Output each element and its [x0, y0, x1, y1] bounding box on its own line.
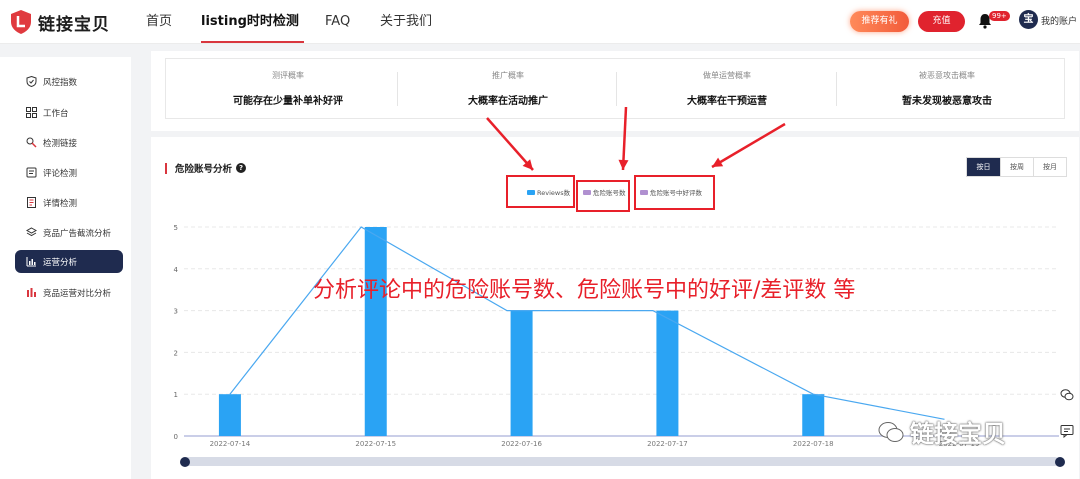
message-icon[interactable]	[1060, 424, 1074, 438]
arrow-danger-positive	[711, 122, 786, 169]
reviews-bar	[510, 310, 533, 436]
annotation-text: 分析评论中的危险账号数、危险账号中的好评/差评数 等	[313, 278, 856, 303]
y-tick-label: 5	[174, 224, 178, 232]
legend-swatch	[583, 190, 591, 195]
x-tick-label: 2022-07-15	[355, 440, 396, 448]
y-tick-label: 0	[174, 433, 178, 441]
x-tick-label: 2022-07-16	[501, 440, 542, 448]
chart-zoom-slider[interactable]	[184, 457, 1059, 466]
y-tick-label: 1	[174, 391, 178, 399]
reviews-bar	[364, 227, 387, 436]
arrow-danger-head	[618, 159, 629, 170]
reviews-bar	[802, 394, 825, 436]
reviews-bar	[218, 394, 241, 436]
wechat-icon[interactable]	[1060, 388, 1074, 402]
watermark: 链接宝贝	[878, 414, 1006, 449]
trend-line	[229, 226, 945, 420]
x-tick-label: 2022-07-18	[793, 440, 834, 448]
x-tick-label: 2022-07-17	[647, 440, 688, 448]
chart-canvas: 0 1 2 3 4 5 2022-07-14 2022-07-15 2022-07-16 2022…	[174, 106, 1059, 448]
legend-label: Reviews数	[537, 188, 571, 197]
y-tick-label: 3	[174, 308, 178, 316]
legend-swatch	[640, 190, 648, 195]
watermark-text: 链接宝贝	[910, 420, 1006, 448]
y-tick-label: 4	[174, 266, 179, 274]
x-tick-label: 2022-07-14	[210, 440, 251, 448]
y-tick-label: 2	[174, 349, 178, 357]
zoom-left-handle[interactable]	[180, 457, 190, 467]
legend-label: 危险账号数	[593, 188, 626, 197]
wechat-watermark-icon	[878, 421, 904, 442]
arrow-reviews	[486, 117, 534, 171]
reviews-bar	[656, 310, 679, 436]
legend-label: 危险账号中好评数	[650, 188, 703, 197]
legend-swatch	[527, 190, 535, 195]
zoom-right-handle[interactable]	[1055, 457, 1065, 467]
